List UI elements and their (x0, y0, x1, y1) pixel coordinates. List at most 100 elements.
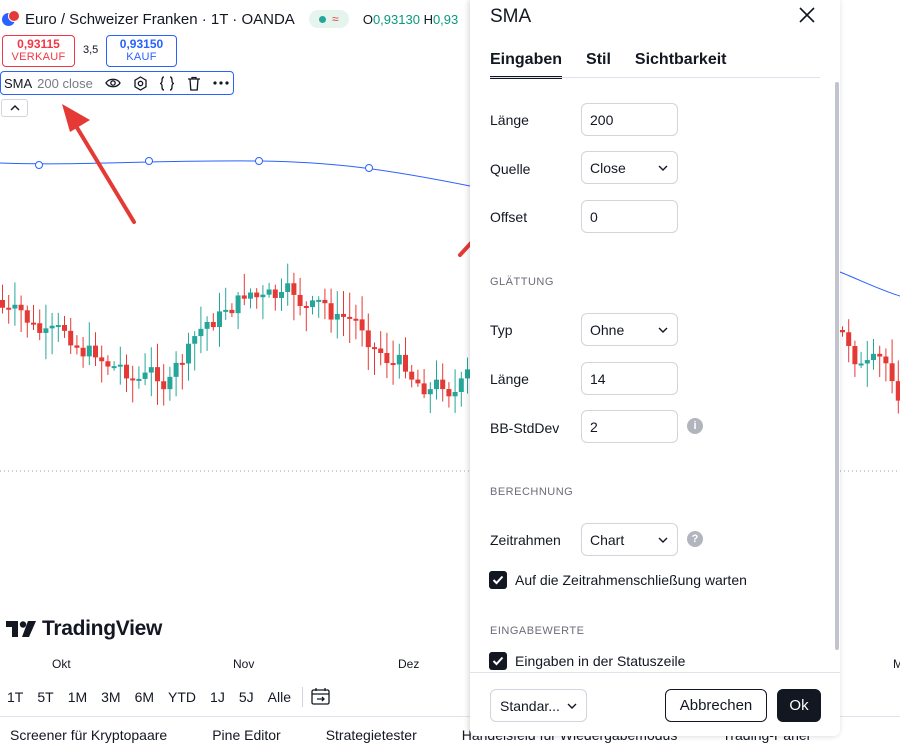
bb-stddev-input[interactable]: 2 (581, 410, 678, 443)
indicator-args: 200 close (37, 75, 93, 91)
market-status-badge[interactable]: ≈ (308, 10, 349, 28)
offset-input[interactable]: 0 (581, 200, 678, 233)
candle-body (889, 363, 895, 382)
wait-timeframe-close-checkbox[interactable]: Auf die Zeitrahmenschließung warten (489, 571, 747, 589)
timeframe-select[interactable]: Chart (581, 523, 678, 556)
info-icon[interactable]: i (687, 418, 703, 434)
more-icon[interactable] (213, 75, 230, 92)
sma-line-handle[interactable] (145, 157, 153, 165)
tab-style[interactable]: Stil (586, 51, 611, 79)
tab-pine-editor[interactable]: Pine Editor (212, 727, 280, 743)
length-input[interactable]: 200 (581, 103, 678, 136)
length-value: 200 (590, 111, 614, 128)
candle-body (359, 319, 365, 331)
source-select[interactable]: Close (581, 151, 678, 184)
candle-body (365, 330, 371, 348)
candle-body (105, 361, 111, 367)
checkbox-checked-icon[interactable] (489, 571, 507, 589)
candle-body (452, 391, 458, 397)
sma-line-handle[interactable] (255, 157, 263, 165)
timeframe-all[interactable]: Alle (261, 689, 298, 705)
smoothing-length-value: 14 (590, 370, 606, 387)
smoothing-section-title: GLÄTTUNG (490, 276, 554, 288)
chevron-down-icon (658, 165, 668, 171)
timeframe-6M[interactable]: 6M (128, 689, 161, 705)
ohlc-readout: O0,93130 H0,93 (363, 12, 458, 27)
candle-body (235, 295, 241, 314)
candle-body (68, 330, 74, 346)
tab-inputs[interactable]: Eingaben (490, 51, 563, 79)
timeframe-YTD[interactable]: YTD (161, 689, 203, 705)
eye-icon[interactable] (105, 75, 122, 92)
candle-body (864, 360, 870, 364)
candle-body (421, 383, 427, 395)
dialog-tabs: Eingaben Stil Sichtbarkeit (490, 51, 727, 79)
ok-button[interactable]: Ok (777, 689, 821, 722)
buy-button[interactable]: 0,93150 KAUF (106, 35, 177, 67)
timeframe-5J[interactable]: 5J (232, 689, 261, 705)
candle-body (434, 379, 439, 390)
tab-visibility[interactable]: Sichtbarkeit (635, 51, 727, 79)
collapse-legend-button[interactable] (1, 99, 28, 117)
data-delay-icon: ≈ (332, 12, 339, 26)
cancel-button[interactable]: Abbrechen (665, 689, 767, 722)
timeframe-1M[interactable]: 1M (61, 689, 94, 705)
candle-body (446, 389, 452, 397)
candle-body (372, 347, 377, 350)
candle-body (316, 299, 322, 302)
candle-body (74, 345, 80, 348)
candle-body (328, 303, 334, 320)
candle-body (266, 289, 272, 295)
checkbox-checked-icon[interactable] (489, 652, 507, 670)
timeframe-3M[interactable]: 3M (94, 689, 127, 705)
bb-stddev-value: 2 (590, 418, 598, 435)
chevron-up-icon (10, 105, 19, 111)
candle-body (173, 362, 179, 377)
defaults-dropdown[interactable]: Standar... (490, 689, 587, 722)
candle-body (62, 325, 67, 331)
candle-body (840, 330, 845, 333)
candle-body (49, 325, 55, 329)
settings-icon[interactable] (132, 75, 149, 92)
ohlc-open-label: O (362, 11, 373, 27)
help-icon[interactable]: ? (687, 531, 703, 547)
candle-body (186, 343, 191, 364)
tradingview-logo[interactable]: TradingView (6, 617, 162, 641)
calendar-range-icon[interactable] (311, 687, 331, 708)
close-icon[interactable] (796, 4, 818, 26)
indicator-name[interactable]: SMA (4, 76, 32, 91)
candle-body (871, 353, 876, 361)
candle-body (241, 295, 247, 299)
candle-body (846, 332, 852, 347)
candle-body (858, 363, 864, 366)
smoothing-length-input[interactable]: 14 (581, 362, 678, 395)
candle-body (198, 328, 204, 337)
chevron-down-icon (567, 703, 577, 709)
tab-crypto-screener[interactable]: Screener für Kryptopaare (10, 727, 167, 743)
x-axis-month-label: Okt (52, 657, 71, 671)
timeframe-5T[interactable]: 5T (30, 689, 60, 705)
dialog-scrollbar[interactable] (835, 82, 839, 650)
trash-icon[interactable] (186, 75, 203, 92)
smoothing-type-select[interactable]: Ohne (581, 313, 678, 346)
currency-pair-logo (2, 10, 20, 28)
sell-button[interactable]: 0,93115 VERKAUF (2, 35, 75, 67)
indicator-legend[interactable]: SMA 200 close (0, 71, 234, 95)
source-code-icon[interactable] (159, 75, 176, 92)
timeframe-1J[interactable]: 1J (203, 689, 232, 705)
candle-body (409, 371, 415, 380)
tradingview-mark-icon (6, 621, 36, 637)
tab-strategy-tester[interactable]: Strategietester (326, 727, 417, 743)
sma-line-handle[interactable] (365, 164, 373, 172)
candle-body (86, 345, 92, 357)
symbol-title[interactable]: Euro / Schweizer Franken · 1T · OANDA (25, 11, 295, 28)
candle-body (179, 362, 185, 365)
candle-body (142, 372, 148, 379)
candle-body (272, 289, 278, 298)
timeframe-1T[interactable]: 1T (0, 689, 30, 705)
inputs-in-statusline-checkbox[interactable]: Eingaben in der Statuszeile (489, 652, 685, 670)
sma-line-handle[interactable] (35, 161, 43, 169)
candle-body (248, 292, 253, 299)
candle-body (111, 366, 117, 369)
sma-line (0, 160, 471, 187)
